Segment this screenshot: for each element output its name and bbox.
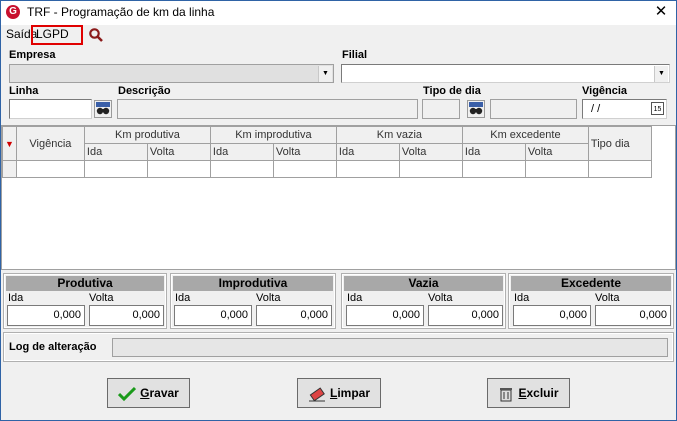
col-prod-ida[interactable]: Ida (83, 143, 148, 161)
improdutiva-volta-input[interactable]: 0,000 (256, 305, 332, 326)
tipo-dia-descricao (490, 99, 577, 119)
empresa-label: Empresa (9, 49, 56, 61)
vazia-volta-label: Volta (428, 292, 453, 304)
tipo-dia-label: Tipo de dia (423, 85, 481, 97)
col-prod-volta[interactable]: Volta (146, 143, 211, 161)
log-field (112, 338, 668, 357)
col-improd-ida[interactable]: Ida (209, 143, 274, 161)
filial-label: Filial (342, 49, 368, 61)
vazia-volta-input[interactable]: 0,000 (428, 305, 503, 326)
gravar-label: ravar (149, 386, 179, 400)
table-cell[interactable] (335, 160, 400, 178)
excedente-ida-label: Ida (514, 292, 530, 304)
calendar-icon[interactable]: 15 (651, 102, 664, 115)
col-tipo-dia[interactable]: Tipo dia (587, 126, 652, 161)
linha-input[interactable] (9, 99, 92, 119)
chevron-down-icon[interactable]: ▼ (318, 66, 332, 82)
limpar-button[interactable]: Limpar (297, 378, 381, 408)
row-indicator (2, 160, 17, 178)
log-group: Log de alteração (3, 332, 674, 362)
col-vigencia[interactable]: Vigência (15, 126, 85, 161)
col-km-improdutiva: Km improdutiva (209, 126, 337, 144)
descricao-label: Descrição (118, 85, 171, 97)
improdutiva-group: Improdutiva Ida Volta 0,000 0,000 (170, 273, 336, 329)
col-improd-volta[interactable]: Volta (272, 143, 337, 161)
linha-label: Linha (9, 85, 39, 97)
table-cell[interactable] (587, 160, 652, 178)
sort-indicator-icon: ▼ (2, 126, 17, 161)
table-cell[interactable] (461, 160, 526, 178)
vigencia-label: Vigência (582, 85, 628, 97)
excedente-group: Excedente Ida Volta 0,000 0,000 (508, 273, 674, 329)
produtiva-ida-input[interactable]: 0,000 (7, 305, 85, 326)
vazia-group: Vazia Ida Volta 0,000 0,000 (341, 273, 506, 329)
tipo-dia-code[interactable] (422, 99, 460, 119)
binoculars-icon (469, 102, 483, 115)
table-cell[interactable] (398, 160, 463, 178)
col-km-vazia: Km vazia (335, 126, 463, 144)
produtiva-volta-input[interactable]: 0,000 (89, 305, 164, 326)
close-button[interactable]: ✕ (648, 2, 674, 22)
improdutiva-ida-label: Ida (175, 292, 191, 304)
excluir-mnemonic: E (518, 386, 527, 400)
grid-panel: ▼ Vigência Km produtiva Km improdutiva K… (1, 125, 676, 270)
col-km-produtiva: Km produtiva (83, 126, 211, 144)
improdutiva-title: Improdutiva (173, 276, 333, 291)
table-cell[interactable] (272, 160, 337, 178)
log-label: Log de alteração (9, 341, 97, 353)
produtiva-ida-label: Ida (8, 292, 24, 304)
tipo-dia-search-button[interactable] (467, 100, 485, 118)
gravar-button[interactable]: Gravar (107, 378, 190, 408)
col-exc-volta[interactable]: Volta (524, 143, 589, 161)
improdutiva-volta-label: Volta (256, 292, 281, 304)
excedente-ida-input[interactable]: 0,000 (513, 305, 591, 326)
vazia-ida-input[interactable]: 0,000 (346, 305, 424, 326)
col-vazia-ida[interactable]: Ida (335, 143, 400, 161)
app-logo-icon: G (6, 5, 20, 19)
excluir-label: xcluir (526, 386, 559, 400)
chevron-down-icon[interactable]: ▼ (654, 66, 668, 82)
table-row[interactable] (2, 160, 652, 178)
km-grid: ▼ Vigência Km produtiva Km improdutiva K… (2, 126, 652, 178)
improdutiva-ida-input[interactable]: 0,000 (174, 305, 252, 326)
col-exc-ida[interactable]: Ida (461, 143, 526, 161)
table-cell[interactable] (209, 160, 274, 178)
eraser-icon (308, 387, 325, 402)
empresa-select[interactable]: ▼ (9, 64, 334, 83)
window-title: TRF - Programação de km da linha (27, 5, 215, 19)
excedente-title: Excedente (511, 276, 671, 291)
produtiva-group: Produtiva Ida Volta 0,000 0,000 (3, 273, 167, 329)
table-cell[interactable] (524, 160, 589, 178)
excedente-volta-label: Volta (595, 292, 620, 304)
vigencia-value: / / (588, 103, 601, 115)
table-cell[interactable] (83, 160, 148, 178)
excluir-button[interactable]: Excluir (487, 378, 570, 408)
binoculars-icon (96, 102, 110, 115)
trash-icon (500, 387, 513, 402)
col-km-excedente: Km excedente (461, 126, 589, 144)
excedente-volta-input[interactable]: 0,000 (595, 305, 671, 326)
vazia-ida-label: Ida (347, 292, 363, 304)
produtiva-volta-label: Volta (89, 292, 114, 304)
col-vazia-volta[interactable]: Volta (398, 143, 463, 161)
vigencia-date-input[interactable]: / / 15 (582, 99, 667, 119)
table-cell[interactable] (15, 160, 85, 178)
linha-search-button[interactable] (94, 100, 112, 118)
checkmark-icon (118, 386, 137, 401)
limpar-label: impar (337, 386, 371, 400)
produtiva-title: Produtiva (6, 276, 164, 291)
vazia-title: Vazia (344, 276, 503, 291)
filial-select[interactable]: ▼ (341, 64, 670, 83)
table-cell[interactable] (146, 160, 211, 178)
menu-lgpd[interactable]: LGPD (36, 27, 69, 41)
descricao-field (117, 99, 418, 119)
search-icon[interactable] (88, 27, 104, 43)
